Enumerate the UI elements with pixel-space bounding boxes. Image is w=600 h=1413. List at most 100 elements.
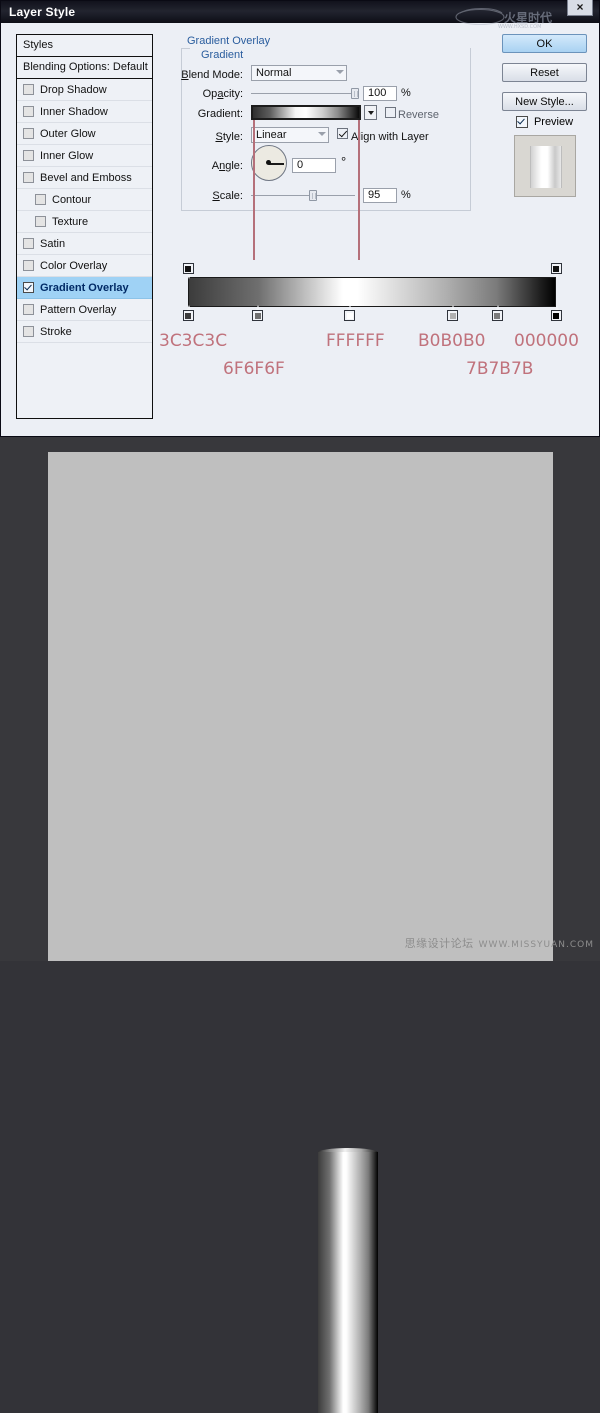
chevron-down-icon xyxy=(318,132,326,136)
color-stop-hex-label: FFFFFF xyxy=(326,331,385,351)
color-stop-swatch xyxy=(449,312,456,319)
style-row-bevel-and-emboss[interactable]: Bevel and Emboss xyxy=(17,167,152,189)
annotation-guide-left xyxy=(253,120,255,260)
angle-dial-hub xyxy=(266,160,271,165)
style-row-satin[interactable]: Satin xyxy=(17,233,152,255)
opacity-input[interactable]: 100 xyxy=(363,86,397,101)
close-icon[interactable]: × xyxy=(567,0,593,16)
scale-unit: % xyxy=(401,189,411,201)
style-row-label: Satin xyxy=(40,237,66,250)
angle-unit: ° xyxy=(341,154,347,169)
color-stop-marker[interactable] xyxy=(252,305,264,321)
dialog-title: Layer Style xyxy=(9,5,76,19)
angle-dial[interactable] xyxy=(251,145,287,181)
opacity-stop-marker[interactable] xyxy=(182,263,194,279)
style-select[interactable]: Linear xyxy=(251,127,329,143)
dialog-titlebar[interactable]: Layer Style 火星时代 WWW.HXSD.COM × xyxy=(1,0,599,30)
color-stop-marker[interactable] xyxy=(344,305,356,321)
style-row-checkbox[interactable] xyxy=(35,194,46,205)
align-with-layer-checkbox[interactable] xyxy=(337,128,348,139)
gradient-preset-dropdown[interactable] xyxy=(364,105,377,120)
svg-text:火星时代: 火星时代 xyxy=(504,10,552,25)
opacity-slider-track[interactable] xyxy=(251,93,355,94)
forum-watermark: 思缘设计论坛 WWW.MISSYUAN.COM xyxy=(405,935,594,951)
stop-tip xyxy=(554,274,559,279)
svg-text:WWW.HXSD.COM: WWW.HXSD.COM xyxy=(498,24,541,29)
style-row-checkbox[interactable] xyxy=(23,238,34,249)
gradient-editor-strip[interactable] xyxy=(188,277,556,307)
opacity-slider-thumb[interactable] xyxy=(351,88,359,99)
preview-checkbox-row[interactable]: Preview xyxy=(502,114,587,130)
style-row-checkbox[interactable] xyxy=(23,260,34,271)
ok-button[interactable]: OK xyxy=(502,34,587,53)
scale-slider-thumb[interactable] xyxy=(309,190,317,201)
color-stop-marker[interactable] xyxy=(182,305,194,321)
chevron-down-icon xyxy=(368,111,374,115)
reset-button[interactable]: Reset xyxy=(502,63,587,82)
style-row-contour[interactable]: Contour xyxy=(17,189,152,211)
color-stop-marker[interactable] xyxy=(491,305,503,321)
style-row-checkbox[interactable] xyxy=(35,216,46,227)
style-row-checkbox[interactable] xyxy=(23,150,34,161)
gradient-swatch-preview[interactable] xyxy=(251,105,361,120)
angle-input[interactable]: 0 xyxy=(292,158,336,173)
gradient-group-title: Gradient xyxy=(198,49,247,61)
style-row-label: Inner Shadow xyxy=(40,105,108,118)
style-row-label: Gradient Overlay xyxy=(40,281,129,294)
blend-mode-value: Normal xyxy=(256,67,292,79)
style-value: Linear xyxy=(256,129,287,141)
color-stop-swatch xyxy=(254,312,261,319)
color-stop-marker[interactable] xyxy=(447,305,459,321)
blend-mode-select[interactable]: Normal xyxy=(251,65,347,81)
gradient-label: Gradient: xyxy=(197,108,243,120)
style-row-gradient-overlay[interactable]: Gradient Overlay xyxy=(17,277,152,299)
stop-tip xyxy=(256,305,261,310)
preview-thumbnail-object xyxy=(530,146,562,188)
style-label: Style: xyxy=(215,131,243,143)
opacity-unit: % xyxy=(401,87,411,99)
style-row-checkbox[interactable] xyxy=(23,282,34,293)
stop-tip xyxy=(554,305,559,310)
style-row-label: Contour xyxy=(52,193,92,206)
style-row-texture[interactable]: Texture xyxy=(17,211,152,233)
stop-tip xyxy=(451,305,456,310)
styles-rows: Drop Shadow Inner Shadow Outer Glow Inner G… xyxy=(17,79,152,343)
color-stop-hex-label: 7B7B7B xyxy=(466,359,534,379)
blend-mode-label: Blend Mode: xyxy=(181,69,243,81)
opacity-label: Opacity: xyxy=(202,88,243,100)
opacity-stop-marker[interactable] xyxy=(550,263,562,279)
styles-list-panel[interactable]: Styles Blending Options: Default Drop Sh… xyxy=(16,34,153,419)
preview-checkbox[interactable] xyxy=(515,116,528,128)
style-row-label: Color Overlay xyxy=(40,259,108,272)
watermark-text: 思缘设计论坛 xyxy=(404,937,474,950)
style-row-outer-glow[interactable]: Outer Glow xyxy=(17,123,152,145)
styles-header: Styles xyxy=(17,35,152,57)
style-row-label: Inner Glow xyxy=(40,149,94,162)
scale-label: Scale: xyxy=(212,190,243,202)
scale-input[interactable]: 95 xyxy=(363,188,397,203)
color-stop-swatch xyxy=(185,312,191,319)
reverse-label: Reverse xyxy=(398,109,439,121)
reverse-checkbox[interactable] xyxy=(385,107,396,118)
style-row-checkbox[interactable] xyxy=(23,128,34,139)
style-row-stroke[interactable]: Stroke xyxy=(17,321,152,343)
color-stop-marker[interactable] xyxy=(550,305,562,321)
style-row-checkbox[interactable] xyxy=(23,304,34,315)
scale-slider-track[interactable] xyxy=(251,195,355,196)
blending-options-row[interactable]: Blending Options: Default xyxy=(17,57,152,79)
style-row-label: Outer Glow xyxy=(40,127,96,140)
metal-cylinder-object[interactable] xyxy=(318,1152,378,1413)
style-row-inner-shadow[interactable]: Inner Shadow xyxy=(17,101,152,123)
style-row-color-overlay[interactable]: Color Overlay xyxy=(17,255,152,277)
style-row-label: Drop Shadow xyxy=(40,83,107,96)
document-canvas[interactable] xyxy=(48,452,553,1413)
style-row-checkbox[interactable] xyxy=(23,106,34,117)
style-row-checkbox[interactable] xyxy=(23,326,34,337)
new-style-button[interactable]: New Style... xyxy=(502,92,587,111)
style-row-checkbox[interactable] xyxy=(23,172,34,183)
style-row-inner-glow[interactable]: Inner Glow xyxy=(17,145,152,167)
style-row-pattern-overlay[interactable]: Pattern Overlay xyxy=(17,299,152,321)
style-row-label: Bevel and Emboss xyxy=(40,171,132,184)
style-row-checkbox[interactable] xyxy=(23,84,34,95)
style-row-drop-shadow[interactable]: Drop Shadow xyxy=(17,79,152,101)
